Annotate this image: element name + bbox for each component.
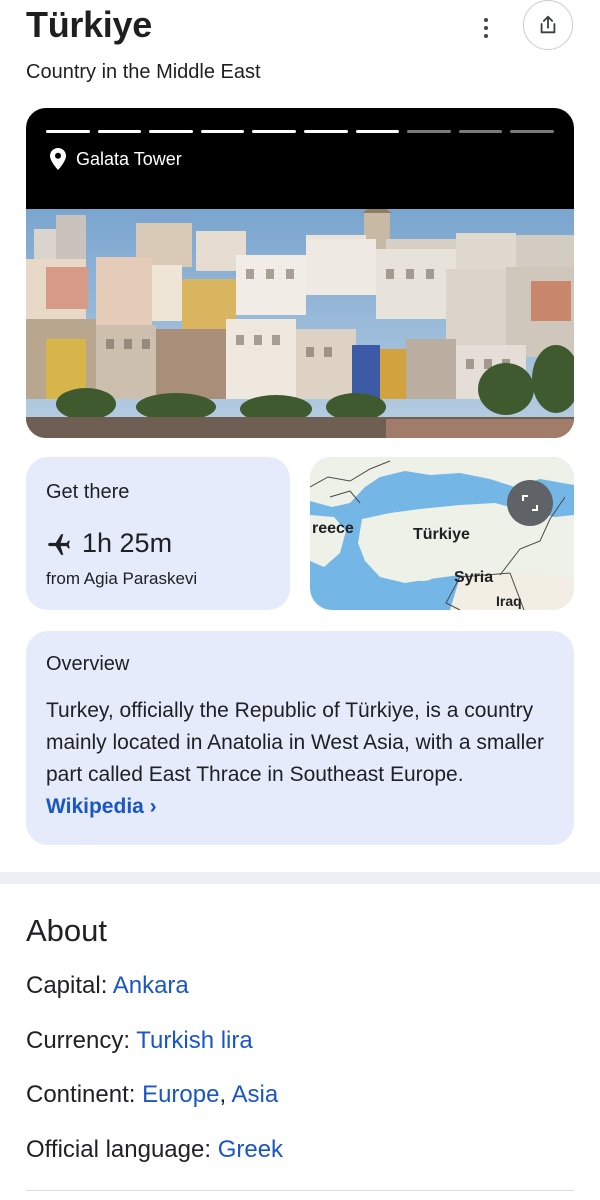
progress-segment: [97, 130, 142, 133]
more-vert-icon: [484, 18, 488, 22]
progress-segment: [149, 130, 193, 133]
currency-link[interactable]: Turkish lira: [136, 1027, 252, 1054]
map-expand-button[interactable]: [507, 480, 553, 526]
hero-location-label: Galata Tower: [76, 148, 182, 169]
map-label-iraq: Iraq: [496, 593, 522, 609]
map-thumbnail[interactable]: reece Türkiye Syria Iraq: [310, 457, 574, 610]
wikipedia-link[interactable]: Wikipedia ›: [46, 795, 157, 818]
progress-segment: [355, 130, 400, 133]
expand-icon: [522, 495, 538, 511]
map-label-syria: Syria: [454, 569, 494, 586]
overview-card: Overview Turkey, officially the Republic…: [26, 631, 574, 845]
progress-segment: [458, 130, 503, 133]
about-title: About: [26, 913, 108, 948]
about-continent-row: Continent: Europe, Asia: [26, 1081, 278, 1109]
header: Türkiye Country in the Middle East: [0, 0, 600, 100]
share-button[interactable]: [523, 0, 573, 50]
hero-story-card[interactable]: Galata Tower: [26, 108, 574, 438]
language-link[interactable]: Greek: [218, 1136, 283, 1163]
capital-link[interactable]: Ankara: [113, 972, 189, 999]
progress-segment: [303, 130, 348, 133]
bottom-divider: [26, 1190, 574, 1191]
about-currency-row: Currency: Turkish lira: [26, 1027, 253, 1055]
pin-icon: [50, 148, 66, 170]
travel-duration: 1h 25m: [82, 528, 173, 558]
language-label: Official language:: [26, 1136, 218, 1163]
continent-label: Continent:: [26, 1081, 143, 1108]
page-subtitle: Country in the Middle East: [26, 61, 261, 83]
map-label-turkiye: Türkiye: [413, 526, 470, 543]
about-capital-row: Capital: Ankara: [26, 972, 189, 1000]
story-progress: [46, 130, 554, 134]
continent-link-europe[interactable]: Europe: [142, 1081, 219, 1108]
get-there-title: Get there: [46, 481, 130, 503]
share-icon: [540, 15, 556, 34]
currency-label: Currency:: [26, 1027, 137, 1054]
overview-title: Overview: [46, 653, 130, 675]
galata-tower-photo: [26, 209, 574, 438]
overview-text: Turkey, officially the Republic of Türki…: [46, 695, 556, 823]
travel-time-row: 1h 25m: [46, 528, 172, 559]
continent-link-asia[interactable]: Asia: [231, 1081, 278, 1108]
map-label-greece: reece: [312, 520, 354, 537]
continent-separator: ,: [219, 1081, 232, 1108]
page-title: Türkiye: [26, 4, 152, 45]
section-divider: [0, 872, 600, 884]
get-there-card[interactable]: Get there 1h 25m from Agia Paraskevi: [26, 457, 290, 610]
capital-label: Capital:: [26, 972, 113, 999]
more-vert-icon-dot: [484, 34, 488, 38]
overview-body: Turkey, officially the Republic of Türki…: [46, 699, 545, 786]
airplane-icon: [48, 533, 70, 555]
progress-segment: [200, 130, 245, 133]
progress-segment: [46, 130, 90, 133]
more-vert-icon-dot: [484, 26, 488, 30]
progress-segment: [407, 130, 451, 133]
progress-segment: [510, 130, 554, 133]
hero-location: Galata Tower: [50, 148, 182, 170]
more-options-button[interactable]: [470, 10, 502, 46]
travel-origin: from Agia Paraskevi: [46, 569, 198, 588]
progress-segment: [252, 130, 296, 133]
about-language-row: Official language: Greek: [26, 1136, 283, 1164]
